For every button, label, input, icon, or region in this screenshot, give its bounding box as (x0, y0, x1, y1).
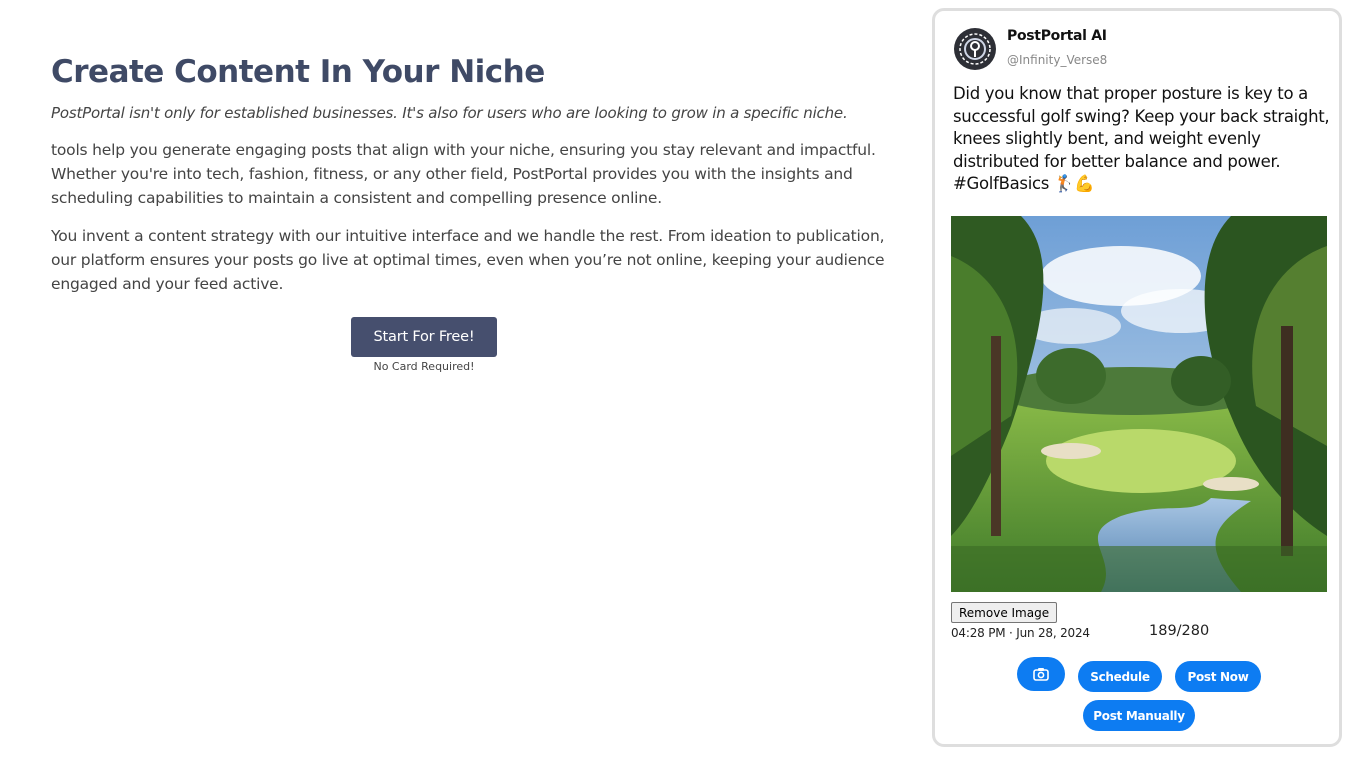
page-subtitle: PostPortal isn't only for established bu… (51, 104, 848, 122)
page-title: Create Content In Your Niche (51, 54, 545, 90)
account-handle: @Infinity_Verse8 (1007, 53, 1108, 67)
golf-course-painting-icon (951, 216, 1327, 592)
avatar (954, 28, 996, 70)
post-timestamp: 04:28 PM · Jun 28, 2024 (951, 626, 1090, 640)
cta-group: Start For Free! No Card Required! (351, 317, 497, 373)
body-paragraph: tools help you generate engaging posts t… (51, 141, 876, 207)
account-name: PostPortal AI (1007, 28, 1107, 44)
start-free-button[interactable]: Start For Free! (351, 317, 497, 357)
post-image (951, 216, 1327, 592)
camera-icon (1033, 668, 1049, 681)
remove-image-button[interactable]: Remove Image (951, 602, 1058, 623)
body-paragraph: You invent a content strategy with our i… (51, 227, 885, 293)
character-counter: 189/280 (1149, 623, 1210, 639)
post-manually-button[interactable]: Post Manually (1083, 700, 1195, 731)
cta-note: No Card Required! (373, 360, 475, 373)
post-now-button[interactable]: Post Now (1175, 661, 1261, 692)
postportal-logo-icon (959, 33, 991, 65)
schedule-button[interactable]: Schedule (1078, 661, 1162, 692)
post-text[interactable]: Did you know that proper posture is key … (953, 83, 1333, 196)
content-section: Create Content In Your Niche PostPortal … (51, 52, 911, 296)
add-photo-button[interactable] (1017, 657, 1065, 691)
post-preview-card: PostPortal AI @Infinity_Verse8 Did you k… (932, 8, 1342, 747)
